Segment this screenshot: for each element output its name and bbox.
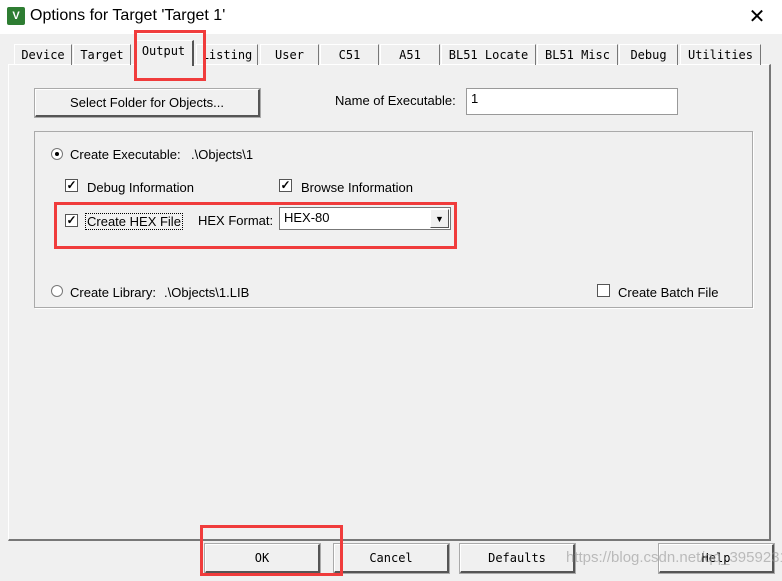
debug-information-label: Debug Information <box>87 180 194 195</box>
create-executable-path: .\Objects\1 <box>191 147 254 162</box>
highlight-box-hex <box>54 202 457 249</box>
debug-information-checkbox[interactable]: ✓ <box>65 179 78 192</box>
name-of-executable-input[interactable]: 1 <box>466 88 678 115</box>
cancel-button[interactable]: Cancel <box>333 543 450 574</box>
highlight-box-ok <box>200 525 343 576</box>
highlight-box-output-tab <box>134 30 206 81</box>
tab-debug[interactable]: Debug <box>619 44 678 65</box>
tab-c51[interactable]: C51 <box>320 44 379 65</box>
tab-user[interactable]: User <box>260 44 319 65</box>
create-executable-radio[interactable] <box>51 148 63 160</box>
browse-information-checkbox[interactable]: ✓ <box>279 179 292 192</box>
create-batch-file-checkbox[interactable] <box>597 284 610 297</box>
tab-a51[interactable]: A51 <box>380 44 440 65</box>
title-bar: V Options for Target 'Target 1' ✕ <box>0 0 782 34</box>
tab-bl51-locate[interactable]: BL51 Locate <box>441 44 536 65</box>
defaults-button[interactable]: Defaults <box>459 543 576 574</box>
create-batch-file-label: Create Batch File <box>618 285 719 300</box>
create-library-radio[interactable] <box>51 285 63 297</box>
tab-bl51-misc[interactable]: BL51 Misc <box>537 44 618 65</box>
create-executable-label: Create Executable: <box>70 147 181 162</box>
name-of-executable-label: Name of Executable: <box>335 93 456 108</box>
browse-information-label: Browse Information <box>301 180 413 195</box>
tab-device[interactable]: Device <box>14 44 72 65</box>
watermark: https://blog.csdn.net/qq_39592312 <box>566 549 782 566</box>
create-library-path: .\Objects\1.LIB <box>164 285 250 300</box>
window-title: Options for Target 'Target 1' <box>30 7 226 24</box>
close-icon[interactable]: ✕ <box>742 4 772 30</box>
select-folder-button[interactable]: Select Folder for Objects... <box>34 88 261 118</box>
tab-target[interactable]: Target <box>73 44 131 65</box>
uvision-icon: V <box>7 7 25 25</box>
tab-utilities[interactable]: Utilities <box>680 44 761 65</box>
create-library-label: Create Library: <box>70 285 156 300</box>
